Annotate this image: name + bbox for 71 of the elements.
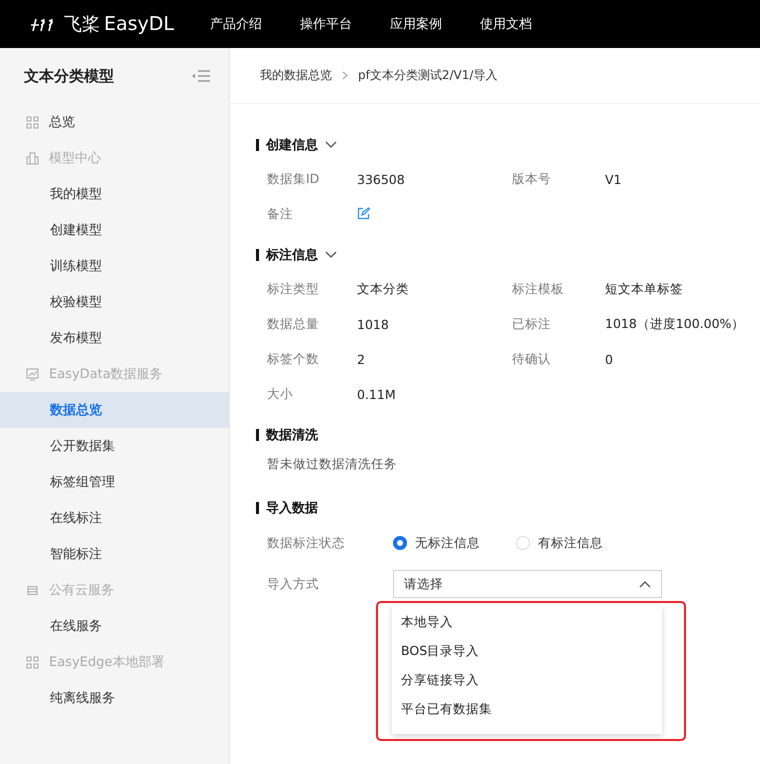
- dropdown-option[interactable]: 分享链接导入: [392, 666, 662, 695]
- chart-icon: [26, 368, 39, 380]
- section-marker: [256, 139, 259, 151]
- breadcrumb-link[interactable]: pf文本分类测试2/V1/导入: [358, 67, 498, 84]
- sidebar-item[interactable]: 创建模型: [0, 212, 229, 248]
- sidebar-item[interactable]: 标签组管理: [0, 464, 229, 500]
- field-value: 1018（进度100.00%）: [605, 316, 746, 333]
- sidebar-item[interactable]: 总览: [0, 104, 229, 140]
- field-label: 数据总量: [267, 316, 320, 333]
- caret-icon[interactable]: [639, 580, 651, 588]
- field-label: 备注: [267, 206, 294, 223]
- radio-option[interactable]: 有标注信息: [516, 534, 603, 552]
- field-value: 2: [357, 352, 366, 367]
- chevron-icon[interactable]: [325, 141, 337, 149]
- nav-link[interactable]: 应用案例: [390, 15, 442, 33]
- logo-text: 飞桨: [64, 13, 100, 36]
- field-value: 短文本单标签: [605, 281, 684, 298]
- sidebar-item[interactable]: 发布模型: [0, 320, 229, 356]
- field-label: 标注模板: [512, 281, 565, 298]
- sidebar-item[interactable]: 校验模型: [0, 284, 229, 320]
- section-title: 创建信息: [266, 137, 318, 154]
- field-label: 大小: [267, 386, 294, 403]
- radio-option[interactable]: 无标注信息: [393, 534, 480, 552]
- section-marker: [256, 249, 259, 261]
- sidebar-title: 文本分类模型: [24, 66, 114, 86]
- field-label: 导入方式: [267, 576, 320, 592]
- field-label: 标签个数: [267, 351, 320, 368]
- sidebar-item[interactable]: 在线标注: [0, 500, 229, 536]
- field-label: 待确认: [512, 351, 552, 368]
- dropdown-option[interactable]: 平台已有数据集: [392, 695, 662, 724]
- sidebar-item[interactable]: 纯离线服务: [0, 680, 229, 716]
- dropdown-option[interactable]: 本地导入: [392, 608, 662, 637]
- separator-icon: [342, 71, 348, 80]
- field-value: 1018: [357, 317, 390, 332]
- building-icon: [26, 152, 39, 164]
- select-field[interactable]: 请选择: [393, 570, 662, 598]
- dropdown-option[interactable]: BOS目录导入: [392, 637, 662, 666]
- edit-icon[interactable]: [357, 206, 370, 220]
- grid-icon: [26, 116, 39, 128]
- field-value: 0.11M: [357, 387, 397, 402]
- field-label: 标注类型: [267, 281, 320, 298]
- section-marker: [256, 429, 259, 441]
- status-text: 暂未做过数据清洗任务: [266, 455, 398, 473]
- sidebar-item[interactable]: 我的模型: [0, 176, 229, 212]
- field-label: 版本号: [512, 171, 552, 188]
- section-title: 数据清洗: [266, 427, 318, 444]
- section-title: 导入数据: [266, 500, 318, 517]
- nav-link[interactable]: 使用文档: [480, 15, 532, 33]
- sidebar-item[interactable]: 公开数据集: [0, 428, 229, 464]
- brand-name: EasyDL: [104, 13, 174, 35]
- chevron-icon[interactable]: [325, 251, 337, 259]
- field-value: V1: [605, 172, 623, 187]
- field-value: 0: [605, 352, 614, 367]
- field-label: 数据集ID: [267, 171, 320, 188]
- database-icon: [26, 584, 39, 596]
- sidebar-item[interactable]: 数据总览: [0, 392, 229, 428]
- nav-link[interactable]: 产品介绍: [210, 15, 262, 33]
- sidebar-item[interactable]: 训练模型: [0, 248, 229, 284]
- breadcrumb-link[interactable]: 我的数据总览: [260, 67, 332, 84]
- collapse-icon[interactable]: [191, 70, 211, 82]
- field-value: 336508: [357, 172, 406, 187]
- section-title: 标注信息: [266, 246, 318, 264]
- sidebar-item[interactable]: 智能标注: [0, 536, 229, 572]
- field-label: 数据标注状态: [267, 534, 346, 552]
- nav-link[interactable]: 操作平台: [300, 15, 352, 33]
- radio-button[interactable]: [393, 536, 407, 550]
- section-marker: [256, 502, 259, 514]
- field-label: 已标注: [512, 316, 552, 333]
- field-value: 文本分类: [357, 281, 410, 298]
- sidebar-item[interactable]: 在线服务: [0, 608, 229, 644]
- edge-icon: [26, 656, 39, 668]
